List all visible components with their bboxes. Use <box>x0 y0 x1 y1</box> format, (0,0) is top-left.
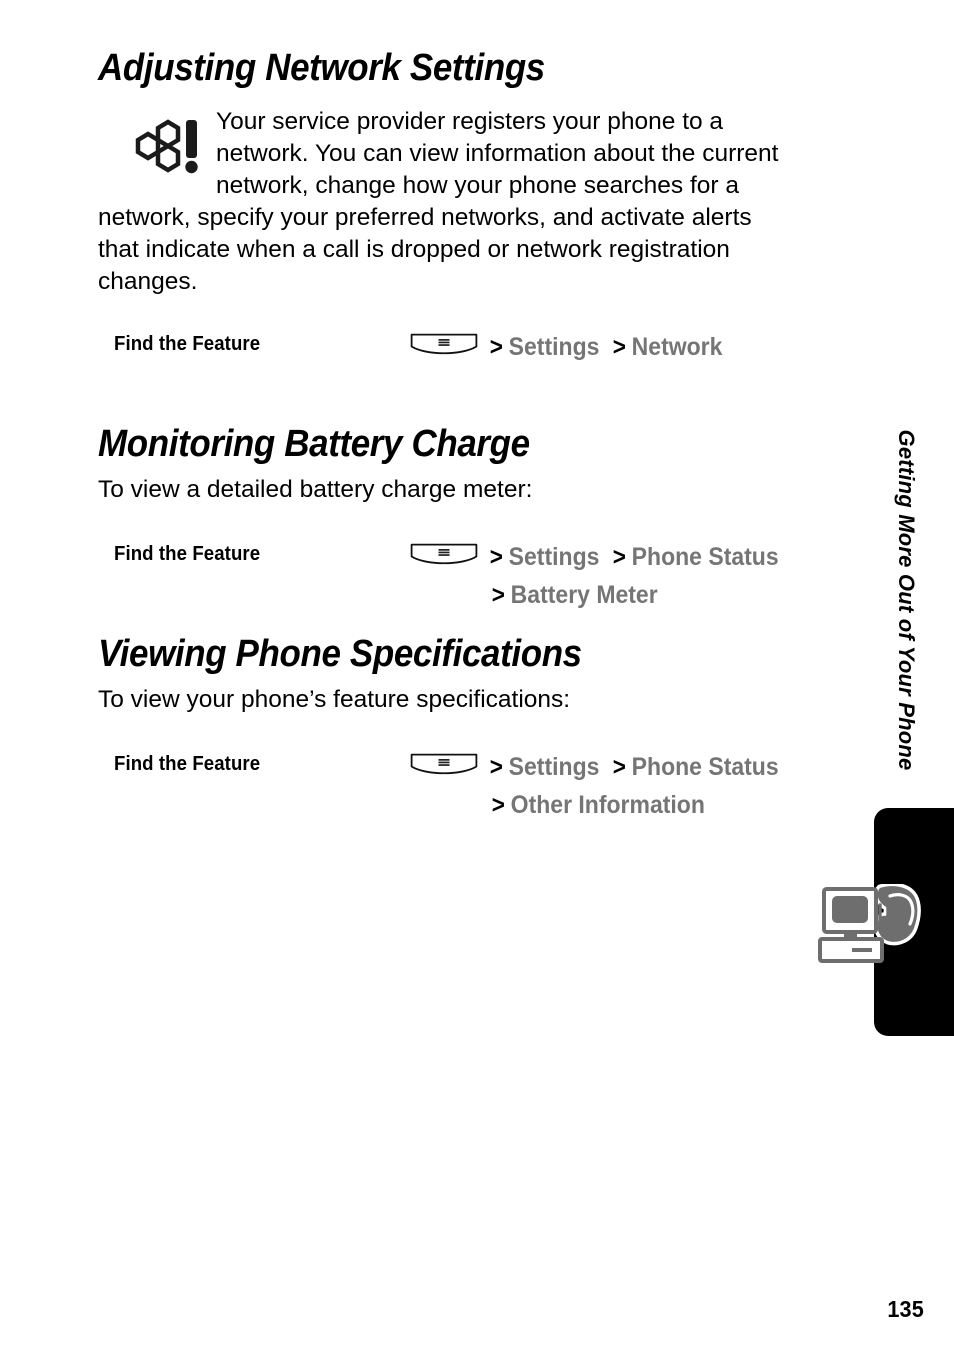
menu-item-network[interactable]: Network <box>628 328 726 366</box>
menu-item-battery-meter[interactable]: Battery Meter <box>507 576 661 614</box>
menu-item-other-information[interactable]: Other Information <box>507 786 709 824</box>
menu-path-line: > Settings > Phone Status <box>410 538 796 576</box>
menu-path-line: > Other Information <box>410 786 796 824</box>
note-line: network, specify your preferred networks… <box>98 204 752 231</box>
page-content: Adjusting Network Settings Your service … <box>98 46 838 819</box>
section-intro: To view a detailed battery charge meter: <box>98 476 533 503</box>
find-the-feature-row: Find the Feature > S <box>98 748 838 819</box>
menu-item-settings[interactable]: Settings <box>505 328 603 366</box>
menu-item-settings[interactable]: Settings <box>505 538 603 576</box>
find-the-feature-row: Find the Feature > S <box>98 538 838 609</box>
chapter-tab: Getting More Out of Your Phone <box>886 404 926 796</box>
note-line: changes. <box>98 268 198 295</box>
note-block: Your service provider registers your pho… <box>98 106 838 298</box>
chapter-tab-label: Getting More Out of Your Phone <box>894 429 919 771</box>
menu-key-icon[interactable] <box>410 753 478 779</box>
menu-path: > Settings > Phone Status > Battery Mete… <box>410 538 796 614</box>
find-the-feature-label: Find the Feature <box>114 543 261 565</box>
menu-key-icon[interactable] <box>410 543 478 569</box>
menu-separator: > <box>612 753 627 781</box>
menu-separator: > <box>612 543 627 571</box>
menu-separator: > <box>489 753 503 781</box>
menu-path: > Settings > Phone Status > Other Inform… <box>410 748 796 824</box>
honeycomb-alert-icon <box>116 112 212 198</box>
computer-phone-icon <box>818 884 924 966</box>
menu-key-icon[interactable] <box>410 333 478 359</box>
menu-path: > Settings > Network <box>410 328 734 366</box>
manual-page: Adjusting Network Settings Your service … <box>0 0 954 1345</box>
section-intro: To view your phone’s feature specificati… <box>98 686 571 713</box>
page-number: 135 <box>887 1296 924 1322</box>
menu-path-line: > Settings > Phone Status <box>410 748 796 786</box>
section-title-monitoring-battery-charge: Monitoring Battery Charge <box>98 423 530 465</box>
menu-item-phone-status[interactable]: Phone Status <box>628 748 782 786</box>
menu-separator: > <box>489 333 503 361</box>
menu-separator: > <box>491 791 505 819</box>
menu-item-phone-status[interactable]: Phone Status <box>628 538 782 576</box>
find-the-feature-label: Find the Feature <box>114 333 261 355</box>
menu-separator: > <box>612 333 627 361</box>
menu-path-line: > Settings > Network <box>410 328 734 366</box>
note-line: that indicate when a call is dropped or … <box>98 236 730 263</box>
find-the-feature-label: Find the Feature <box>114 753 261 775</box>
page-title: Adjusting Network Settings <box>98 47 545 89</box>
menu-separator: > <box>491 581 505 609</box>
menu-separator: > <box>489 543 503 571</box>
menu-item-settings[interactable]: Settings <box>505 748 603 786</box>
find-the-feature-row: Find the Feature > S <box>98 328 838 366</box>
menu-path-line: > Battery Meter <box>410 576 796 614</box>
section-title-viewing-phone-specifications: Viewing Phone Specifications <box>98 633 582 675</box>
